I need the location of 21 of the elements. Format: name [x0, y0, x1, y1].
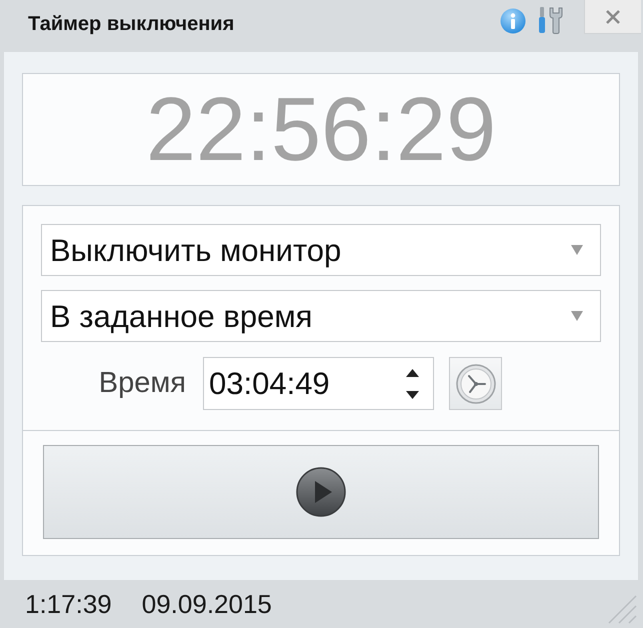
dropdown[interactable]: В заданное время — [41, 290, 601, 342]
dropdown[interactable]: Выключить монитор — [41, 224, 601, 276]
clock-icon — [456, 364, 496, 404]
dropdown-value: Выключить монитор — [50, 234, 342, 266]
dropdown-value: В заданное время — [50, 300, 312, 332]
window-title: Таймер выключения — [28, 12, 234, 37]
start-button[interactable] — [43, 445, 599, 539]
status-time: 1:17:39 — [25, 588, 112, 620]
caret-down-icon[interactable] — [406, 390, 419, 398]
time-label: Время — [98, 366, 186, 401]
time-spinbox[interactable]: 03:04:49 — [203, 357, 434, 410]
clock-display: 22:56:29 — [146, 84, 496, 174]
caret-up-icon[interactable] — [406, 368, 419, 376]
status-date: 09.09.2015 — [142, 588, 272, 620]
info-icon[interactable] — [500, 8, 526, 34]
play-icon — [296, 467, 346, 517]
close-button[interactable] — [584, 0, 641, 34]
close-icon — [606, 10, 620, 24]
clock-button[interactable] — [449, 357, 502, 410]
time-value: 03:04:49 — [209, 368, 330, 399]
resize-grip-icon[interactable] — [607, 594, 637, 624]
